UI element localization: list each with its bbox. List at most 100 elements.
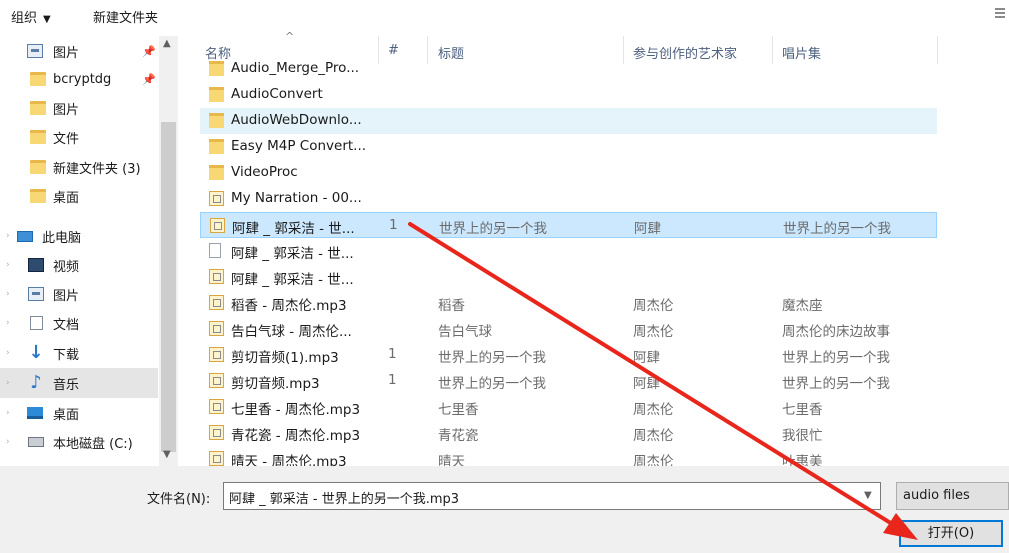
file-row[interactable]: 阿肆 _ 郭采洁 - 世... 1 世界上的另一个我 阿肆 世界上的另一个我: [200, 212, 937, 238]
documents-icon: [30, 316, 43, 330]
nav-item-pictures-folder[interactable]: 图片: [0, 93, 158, 123]
file-row[interactable]: AudioConvert: [200, 82, 937, 108]
nav-item-label: 本地磁盘 (C:): [53, 436, 133, 452]
nav-item-downloads[interactable]: › ↓ 下载: [0, 338, 158, 368]
nav-item-label: bcryptdg: [53, 71, 112, 87]
file-name-cell: 七里香 - 周杰伦.mp3: [231, 402, 361, 418]
desktop-icon: [27, 407, 43, 419]
artist-cell: 周杰伦: [633, 298, 674, 314]
column-divider[interactable]: [937, 36, 938, 64]
nav-item-music[interactable]: › ♪ 音乐: [0, 368, 158, 398]
file-row[interactable]: Audio_Merge_Pro...: [200, 56, 937, 82]
file-row[interactable]: 剪切音频(1).mp3 1 世界上的另一个我 阿肆 世界上的另一个我: [200, 342, 937, 368]
file-name-cell: 告白气球 - 周杰伦...: [231, 324, 352, 340]
file-row[interactable]: 阿肆 _ 郭采洁 - 世...: [200, 264, 937, 290]
sort-ascending-icon: ^: [285, 30, 295, 43]
nav-item-label: 此电脑: [42, 230, 82, 246]
chevron-down-icon[interactable]: ▼: [864, 490, 872, 501]
chevron-right-icon[interactable]: ›: [6, 231, 10, 241]
nav-item-new-folder-3[interactable]: 新建文件夹 (3): [0, 152, 158, 182]
nav-item-label: 图片: [53, 102, 80, 118]
folder-icon: [209, 113, 224, 128]
audio-file-icon: [209, 425, 224, 440]
file-row[interactable]: 稻香 - 周杰伦.mp3 稻香 周杰伦 魔杰座: [200, 290, 937, 316]
nav-item-this-pc[interactable]: › 此电脑: [0, 221, 158, 251]
chevron-down-icon: ▼: [43, 14, 51, 25]
chevron-right-icon[interactable]: ›: [6, 437, 10, 447]
folder-icon: [30, 72, 46, 86]
nav-item-documents[interactable]: › 文档: [0, 308, 158, 338]
file-row[interactable]: 青花瓷 - 周杰伦.mp3 青花瓷 周杰伦 我很忙: [200, 420, 937, 446]
file-row[interactable]: Easy M4P Convert...: [200, 134, 937, 160]
nav-item-bcryptdg[interactable]: bcryptdg 📌: [0, 64, 158, 94]
artist-cell: 周杰伦: [633, 402, 674, 418]
title-cell: 世界上的另一个我: [439, 221, 547, 237]
folder-icon: [30, 101, 46, 115]
artist-cell: 周杰伦: [633, 324, 674, 340]
nav-item-files-folder[interactable]: 文件: [0, 122, 158, 152]
pictures-icon: [27, 44, 43, 58]
scroll-up-icon[interactable]: ▲: [163, 38, 171, 49]
folder-icon: [30, 160, 46, 174]
nav-item-label: 视频: [53, 259, 80, 275]
audio-file-icon: [209, 399, 224, 414]
file-name-cell: 稻香 - 周杰伦.mp3: [231, 298, 347, 314]
audio-file-icon: [210, 218, 225, 233]
file-name-cell: AudioConvert: [231, 86, 323, 102]
audio-file-icon: [209, 269, 224, 284]
audio-file-icon: [209, 373, 224, 388]
organize-menu-button[interactable]: 组织 ▼: [11, 7, 51, 26]
scrollbar-thumb[interactable]: [161, 122, 176, 452]
file-row[interactable]: 剪切音频.mp3 1 世界上的另一个我 阿肆 世界上的另一个我: [200, 368, 937, 394]
nav-item-local-disk-c[interactable]: › 本地磁盘 (C:): [0, 427, 158, 457]
file-row[interactable]: 七里香 - 周杰伦.mp3 七里香 周杰伦 七里香: [200, 394, 937, 420]
nav-item-label: 图片: [53, 45, 80, 61]
nav-item-label: 桌面: [53, 407, 80, 423]
artist-cell: 阿肆: [633, 376, 660, 392]
list-blank-area: [940, 36, 1009, 466]
file-row[interactable]: 告白气球 - 周杰伦... 告白气球 周杰伦 周杰伦的床边故事: [200, 316, 937, 342]
chevron-right-icon[interactable]: ›: [6, 260, 10, 270]
file-name-cell: 阿肆 _ 郭采洁 - 世...: [231, 246, 354, 262]
file-row[interactable]: VideoProc: [200, 160, 937, 186]
chevron-right-icon[interactable]: ›: [6, 289, 10, 299]
chevron-right-icon[interactable]: ›: [6, 318, 10, 328]
chevron-right-icon[interactable]: ›: [6, 408, 10, 418]
track-number-cell: 1: [388, 346, 397, 362]
file-type-select[interactable]: audio files: [896, 482, 1009, 510]
filename-label: 文件名(N):: [147, 492, 211, 507]
open-button[interactable]: 打开(O): [899, 520, 1003, 547]
album-cell: 世界上的另一个我: [782, 350, 890, 366]
chevron-right-icon[interactable]: ›: [6, 378, 10, 388]
title-cell: 告白气球: [438, 324, 492, 340]
track-number-cell: 1: [389, 217, 398, 233]
filename-input[interactable]: 阿肆 _ 郭采洁 - 世界上的另一个我.mp3: [223, 482, 881, 510]
album-cell: 七里香: [782, 402, 823, 418]
scroll-down-icon[interactable]: ▼: [163, 449, 171, 460]
pin-icon: 📌: [142, 44, 156, 58]
nav-item-videos[interactable]: › 视频: [0, 250, 158, 280]
nav-item-pictures[interactable]: › 图片: [0, 279, 158, 309]
file-row[interactable]: 阿肆 _ 郭采洁 - 世...: [200, 238, 937, 264]
nav-item-desktop[interactable]: › 桌面: [0, 398, 158, 428]
nav-item-label: 图片: [53, 288, 80, 304]
title-cell: 七里香: [438, 402, 479, 418]
organize-label: 组织: [11, 11, 38, 26]
artist-cell: 阿肆: [633, 350, 660, 366]
nav-item-label: 新建文件夹 (3): [53, 161, 141, 177]
audio-file-icon: [209, 295, 224, 310]
file-row[interactable]: My Narration - 00...: [200, 186, 937, 212]
folder-icon: [209, 139, 224, 154]
audio-file-icon: [209, 321, 224, 336]
file-name-cell: 阿肆 _ 郭采洁 - 世...: [231, 272, 354, 288]
nav-scrollbar[interactable]: ▲ ▼: [159, 36, 178, 466]
file-name-cell: AudioWebDownlo...: [231, 112, 362, 128]
music-icon: ♪: [30, 372, 42, 393]
artist-cell: 周杰伦: [633, 428, 674, 444]
nav-item-desktop-folder[interactable]: 桌面: [0, 181, 158, 211]
nav-item-quick-pictures[interactable]: 图片 📌: [0, 36, 158, 66]
new-folder-button[interactable]: 新建文件夹: [93, 7, 158, 26]
view-options-icon[interactable]: [995, 6, 1007, 22]
file-row[interactable]: AudioWebDownlo...: [200, 108, 937, 134]
chevron-right-icon[interactable]: ›: [6, 348, 10, 358]
